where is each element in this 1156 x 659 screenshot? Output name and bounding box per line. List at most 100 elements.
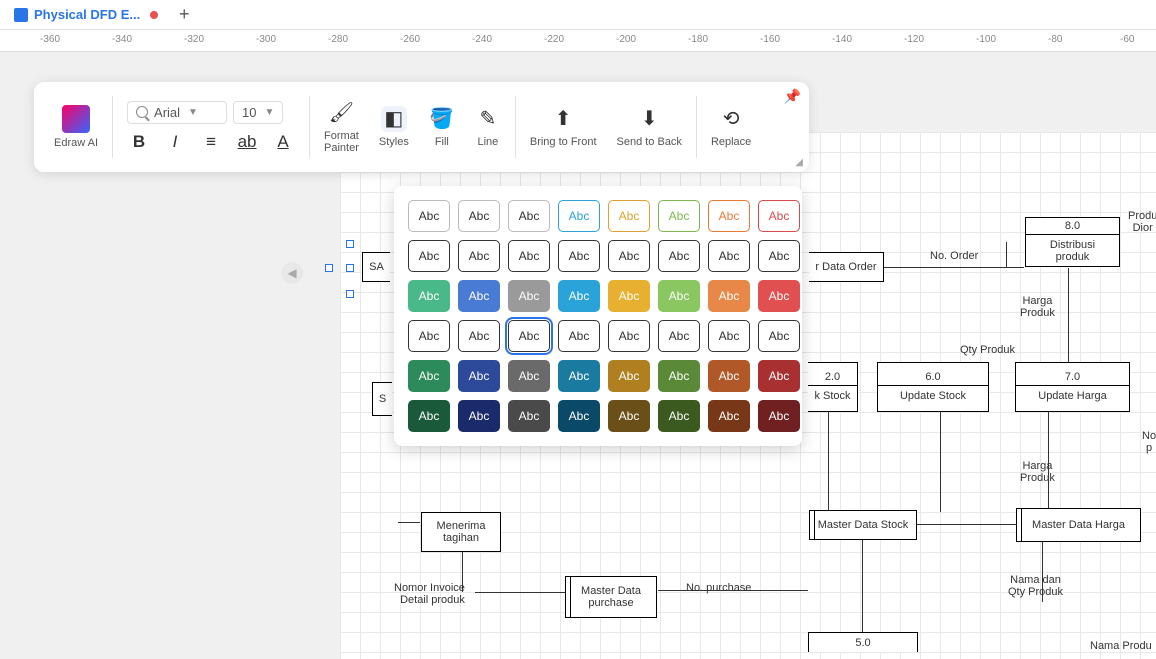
selection-handle[interactable]	[325, 264, 333, 272]
style-swatch[interactable]: Abc	[408, 360, 450, 392]
bring-front-button[interactable]: ⬆ Bring to Front	[520, 88, 607, 166]
style-swatch[interactable]: Abc	[658, 280, 700, 312]
format-painter-button[interactable]: 🖌 Format Painter	[314, 88, 369, 166]
style-swatch[interactable]: Abc	[758, 280, 800, 312]
style-swatch[interactable]: Abc	[558, 240, 600, 272]
node-5-0[interactable]: 5.0	[808, 632, 918, 652]
style-swatch[interactable]: Abc	[658, 240, 700, 272]
style-swatch[interactable]: Abc	[758, 360, 800, 392]
style-swatch[interactable]: Abc	[458, 400, 500, 432]
ruler-tick: -260	[400, 34, 420, 45]
pin-icon[interactable]: 📌	[784, 88, 801, 105]
style-swatch[interactable]: Abc	[558, 360, 600, 392]
new-tab-button[interactable]: +	[174, 5, 194, 25]
styles-button[interactable]: ◧ Styles	[369, 88, 419, 166]
node-sales-partial[interactable]: SA	[362, 252, 390, 282]
font-family-select[interactable]: Arial ▼	[127, 101, 227, 124]
node-menerima-tagihan[interactable]: Menerima tagihan	[421, 512, 501, 552]
style-swatch[interactable]: Abc	[658, 360, 700, 392]
selection-handle[interactable]	[346, 290, 354, 298]
style-swatch[interactable]: Abc	[458, 200, 500, 232]
style-swatch[interactable]: Abc	[708, 360, 750, 392]
node-update-stock[interactable]: 6.0 Update Stock	[877, 362, 989, 412]
node-s-partial[interactable]: S	[372, 382, 392, 416]
style-swatch[interactable]: Abc	[758, 200, 800, 232]
font-size-select[interactable]: 10 ▼	[233, 101, 283, 124]
style-swatch[interactable]: Abc	[508, 320, 550, 352]
style-swatch[interactable]: Abc	[458, 360, 500, 392]
ruler-tick: -360	[40, 34, 60, 45]
style-swatch[interactable]: Abc	[708, 240, 750, 272]
node-header: 8.0	[1026, 218, 1119, 235]
nav-left-button[interactable]: ◀	[281, 262, 303, 284]
node-label: Master Data Harga	[1017, 519, 1140, 531]
toolbar-label: Edraw AI	[54, 137, 98, 149]
style-swatch[interactable]: Abc	[508, 240, 550, 272]
search-icon	[136, 106, 148, 118]
highlight-button[interactable]: ab	[235, 130, 259, 154]
style-swatch[interactable]: Abc	[708, 280, 750, 312]
style-swatch[interactable]: Abc	[558, 320, 600, 352]
ruler-tick: -280	[328, 34, 348, 45]
style-swatch[interactable]: Abc	[658, 200, 700, 232]
style-swatch[interactable]: Abc	[608, 200, 650, 232]
style-swatch[interactable]: Abc	[558, 280, 600, 312]
style-swatch[interactable]: Abc	[608, 320, 650, 352]
style-swatch[interactable]: Abc	[508, 400, 550, 432]
style-swatch[interactable]: Abc	[408, 280, 450, 312]
style-swatch[interactable]: Abc	[558, 400, 600, 432]
toolbar-label: Send to Back	[617, 136, 682, 148]
style-swatch[interactable]: Abc	[608, 280, 650, 312]
edraw-ai-button[interactable]: Edraw AI	[44, 88, 108, 166]
bold-button[interactable]: B	[127, 130, 151, 154]
font-color-button[interactable]: A	[271, 130, 295, 154]
style-swatch[interactable]: Abc	[658, 320, 700, 352]
style-swatch[interactable]: Abc	[708, 200, 750, 232]
style-swatch[interactable]: Abc	[758, 400, 800, 432]
node-master-harga[interactable]: Master Data Harga	[1016, 508, 1141, 542]
node-label: Master Data purchase	[566, 585, 656, 609]
send-back-button[interactable]: ⬇ Send to Back	[607, 88, 692, 166]
label-no-order: No. Order	[930, 250, 978, 262]
fill-button[interactable]: 🪣 Fill	[419, 88, 465, 166]
style-swatch[interactable]: Abc	[458, 320, 500, 352]
node-header: 6.0	[878, 369, 988, 386]
style-swatch[interactable]: Abc	[408, 400, 450, 432]
style-swatch[interactable]: Abc	[458, 240, 500, 272]
italic-button[interactable]: I	[163, 130, 187, 154]
style-swatch[interactable]: Abc	[558, 200, 600, 232]
align-button[interactable]: ≡	[199, 130, 223, 154]
selection-handle[interactable]	[346, 240, 354, 248]
style-swatch[interactable]: Abc	[408, 320, 450, 352]
replace-button[interactable]: ⟲ Replace	[701, 88, 761, 166]
style-swatch[interactable]: Abc	[658, 400, 700, 432]
resize-corner-icon[interactable]: ◢	[795, 157, 803, 168]
style-swatch[interactable]: Abc	[608, 240, 650, 272]
style-swatch[interactable]: Abc	[408, 240, 450, 272]
style-swatch[interactable]: Abc	[408, 200, 450, 232]
line-button[interactable]: ✎ Line	[465, 88, 511, 166]
style-swatch[interactable]: Abc	[458, 280, 500, 312]
style-swatch[interactable]: Abc	[508, 200, 550, 232]
selection-handle[interactable]	[346, 264, 354, 272]
node-master-stock[interactable]: Master Data Stock	[809, 510, 917, 540]
style-swatch[interactable]: Abc	[758, 240, 800, 272]
palette-grid: AbcAbcAbcAbcAbcAbcAbcAbcAbcAbcAbcAbcAbcA…	[408, 200, 788, 432]
style-swatch[interactable]: Abc	[508, 280, 550, 312]
document-tab[interactable]: Physical DFD E...	[4, 0, 168, 29]
connector	[1048, 412, 1049, 508]
node-data-order[interactable]: r Data Order	[809, 252, 884, 282]
style-swatch[interactable]: Abc	[708, 400, 750, 432]
node-stock-partial[interactable]: 2.0 k Stock	[808, 362, 858, 412]
style-swatch[interactable]: Abc	[708, 320, 750, 352]
style-swatch[interactable]: Abc	[758, 320, 800, 352]
node-update-harga[interactable]: 7.0 Update Harga	[1015, 362, 1130, 412]
style-swatch[interactable]: Abc	[508, 360, 550, 392]
style-swatch[interactable]: Abc	[608, 360, 650, 392]
node-distribusi[interactable]: 8.0 Distribusi produk	[1025, 217, 1120, 267]
style-swatch[interactable]: Abc	[608, 400, 650, 432]
replace-icon: ⟲	[718, 106, 744, 132]
tab-title: Physical DFD E...	[34, 7, 140, 22]
node-master-purchase[interactable]: Master Data purchase	[565, 576, 657, 618]
label-produk-dior: Produ Dior	[1128, 210, 1156, 234]
